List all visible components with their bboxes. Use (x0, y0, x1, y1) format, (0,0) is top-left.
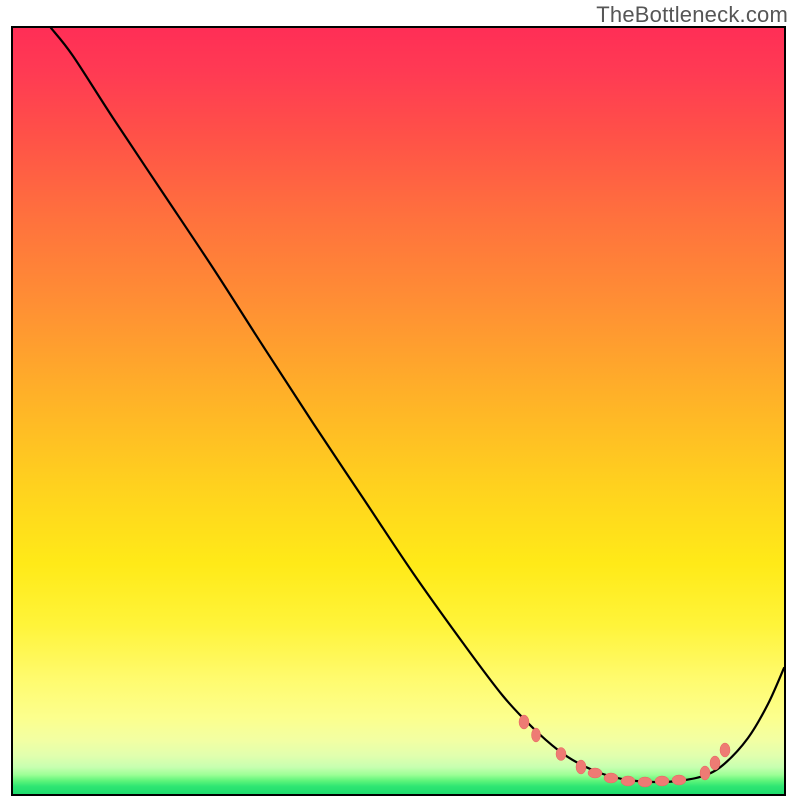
optimal-marker (604, 773, 618, 783)
optimal-marker (720, 743, 730, 757)
optimal-marker (638, 777, 652, 787)
optimal-marker (576, 760, 586, 774)
optimal-marker (621, 776, 635, 786)
optimal-range-markers (519, 715, 730, 787)
chart-container: TheBottleneck.com (0, 0, 800, 800)
optimal-marker (588, 768, 602, 778)
optimal-marker (556, 748, 566, 761)
plot-frame (11, 26, 786, 796)
optimal-marker (655, 776, 669, 786)
optimal-marker (700, 766, 710, 780)
optimal-marker (519, 715, 529, 729)
optimal-marker (672, 775, 686, 785)
optimal-marker (710, 756, 720, 770)
optimal-marker (532, 728, 541, 742)
attribution-text: TheBottleneck.com (596, 2, 788, 28)
bottleneck-curve (51, 28, 784, 782)
curve-layer (13, 28, 784, 794)
